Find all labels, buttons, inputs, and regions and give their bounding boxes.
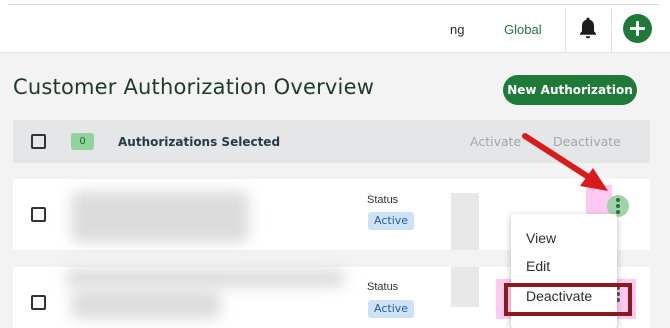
tab-truncated[interactable]: ng [450,22,464,37]
status-badge: Active [368,300,415,318]
status-badge: Active [368,212,415,230]
menu-item-edit[interactable]: Edit [526,258,550,274]
select-all-checkbox[interactable] [31,134,46,149]
divider [565,8,566,52]
status-label: Status [367,281,399,293]
divider [611,8,612,52]
tab-global[interactable]: Global [504,22,542,37]
redacted-name [71,191,249,243]
redacted-name [65,269,345,287]
activate-button[interactable]: Activate [470,134,521,149]
selected-label: Authorizations Selected [118,135,281,149]
annotation-arrow-icon [522,133,608,191]
bell-icon[interactable] [578,16,598,40]
menu-item-view[interactable]: View [526,230,556,246]
annotation-box [504,283,632,316]
page-title: Customer Authorization Overview [13,75,375,99]
row-checkbox[interactable] [31,207,46,222]
redacted-field [451,267,479,307]
top-bar: ng Global [0,0,670,53]
selected-count-badge: 0 [71,133,94,150]
redacted-name [71,289,221,319]
row-checkbox[interactable] [31,295,46,310]
top-divider [8,4,658,5]
redacted-field [451,193,479,250]
new-authorization-button[interactable]: New Authorization [503,75,637,105]
status-label: Status [367,194,399,206]
add-button[interactable] [623,14,652,43]
